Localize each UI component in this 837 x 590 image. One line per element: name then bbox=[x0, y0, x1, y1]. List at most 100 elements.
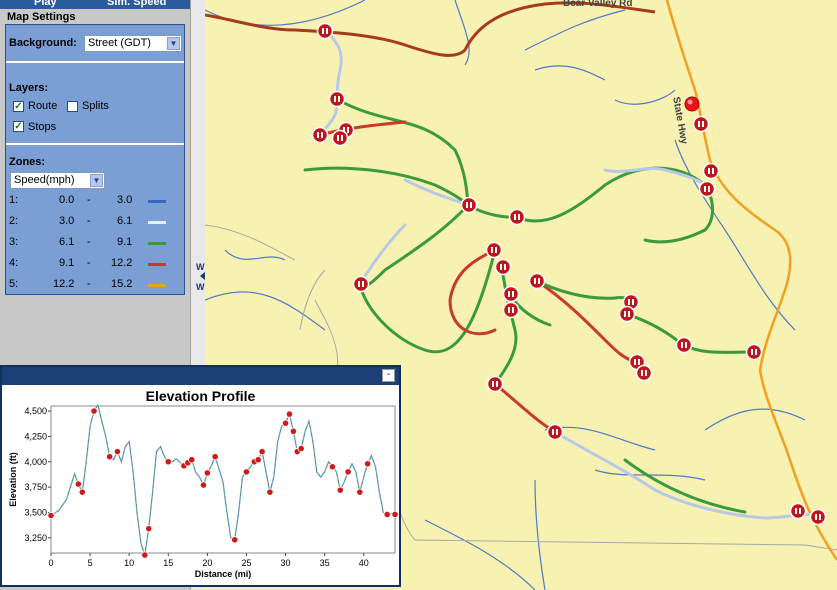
elevation-panel-header: - bbox=[2, 367, 399, 385]
stop-marker bbox=[297, 444, 305, 453]
sim-speed-button[interactable]: Sim. Speed bbox=[107, 0, 166, 8]
stop-marker bbox=[383, 510, 391, 519]
stop-marker bbox=[285, 410, 294, 418]
zone-index: 1: bbox=[9, 194, 19, 206]
zone-dash: - bbox=[87, 236, 91, 248]
x-tick-label: 40 bbox=[359, 558, 369, 568]
zone-color-swatch bbox=[148, 221, 166, 224]
zone-color-swatch bbox=[148, 284, 166, 287]
y-tick-label: 3,500 bbox=[24, 507, 47, 517]
chevron-down-icon[interactable]: ▼ bbox=[167, 37, 180, 50]
stop-marker bbox=[391, 510, 399, 519]
splitter-label-top: W bbox=[196, 262, 205, 272]
stop-marker bbox=[211, 453, 219, 461]
zone-to: 12.2 bbox=[111, 257, 133, 269]
play-button[interactable]: Play bbox=[34, 0, 57, 8]
stop-marker bbox=[328, 463, 337, 471]
zone-color-swatch bbox=[148, 200, 166, 203]
stop-marker bbox=[344, 468, 352, 476]
zone-index: 2: bbox=[9, 215, 19, 227]
elevation-chart[interactable]: 3,250 3,500 3,750 4,000 4,250 4,500 0 5 10 15 20 25… bbox=[2, 403, 399, 583]
stop-marker bbox=[356, 488, 364, 496]
stop-marker bbox=[203, 469, 211, 477]
route-checkbox-label: Route bbox=[28, 100, 58, 112]
zone-dash: - bbox=[87, 278, 91, 290]
panel-separator bbox=[6, 61, 184, 63]
stop-marker bbox=[364, 460, 372, 468]
zone-index: 4: bbox=[9, 257, 19, 269]
x-tick-label: 25 bbox=[241, 558, 251, 568]
current-position-highlight bbox=[687, 99, 693, 105]
zone-row: 2: 3.0 - 6.1 bbox=[9, 215, 179, 229]
x-tick-label: 20 bbox=[202, 558, 212, 568]
elevation-chart-title: Elevation Profile bbox=[145, 388, 256, 404]
stop-marker bbox=[188, 456, 196, 464]
zone-dash: - bbox=[87, 215, 91, 227]
splitter-label-bottom: W bbox=[196, 282, 205, 292]
zone-dash: - bbox=[87, 257, 91, 269]
stop-marker bbox=[141, 551, 149, 559]
route-checkbox[interactable]: ✓ bbox=[13, 101, 24, 112]
stop-marker bbox=[78, 488, 86, 496]
x-tick-label: 0 bbox=[48, 558, 53, 568]
zone-from: 6.1 bbox=[59, 236, 75, 248]
road-bear-valley bbox=[205, 1, 656, 57]
minimize-button[interactable]: - bbox=[382, 369, 395, 382]
x-tick-label: 10 bbox=[124, 558, 134, 568]
y-axis-label: Elevation (ft) bbox=[8, 452, 18, 507]
stop-marker bbox=[74, 480, 82, 488]
zones-select[interactable]: Speed(mph) ▼ bbox=[10, 172, 105, 189]
x-tick-label: 30 bbox=[281, 558, 291, 568]
zone-index: 5: bbox=[9, 278, 19, 290]
stops-checkbox[interactable]: ✓ bbox=[13, 121, 24, 132]
map-settings-title: Map Settings bbox=[7, 11, 76, 23]
y-tick-label: 4,500 bbox=[24, 406, 47, 416]
y-tick-label: 4,000 bbox=[24, 457, 47, 467]
playback-toolbar: Play Sim. Speed bbox=[0, 0, 190, 9]
zone-to: 6.1 bbox=[117, 215, 133, 227]
zone-from: 12.2 bbox=[53, 278, 75, 290]
splits-checkbox[interactable] bbox=[67, 101, 78, 112]
zone-from: 9.1 bbox=[59, 257, 75, 269]
x-tick-label: 15 bbox=[163, 558, 173, 568]
stop-marker bbox=[231, 536, 239, 544]
stop-marker bbox=[90, 407, 98, 415]
zone-color-swatch bbox=[148, 263, 166, 266]
x-tick-label: 35 bbox=[320, 558, 330, 568]
stop-marker bbox=[113, 448, 122, 456]
zone-from: 3.0 bbox=[59, 215, 75, 227]
stop-marker bbox=[199, 481, 208, 489]
current-position-marker[interactable] bbox=[684, 96, 700, 112]
stops-checkbox-label: Stops bbox=[28, 121, 57, 133]
stop-marker bbox=[258, 448, 266, 456]
map-settings-panel: Background: Street (GDT) ▼ Layers: ✓ Rou… bbox=[5, 24, 185, 295]
y-tick-label: 3,750 bbox=[24, 482, 47, 492]
stop-marker bbox=[289, 427, 297, 435]
stop-marker bbox=[47, 511, 55, 520]
stop-marker bbox=[106, 453, 114, 461]
plot-area bbox=[50, 405, 396, 554]
background-select[interactable]: Street (GDT) ▼ bbox=[84, 35, 182, 52]
stop-marker bbox=[281, 419, 290, 427]
zone-row: 4: 9.1 - 12.2 bbox=[9, 257, 179, 271]
stop-marker bbox=[145, 525, 153, 533]
zone-row: 1: 0.0 - 3.0 bbox=[9, 194, 179, 208]
background-select-value: Street (GDT) bbox=[88, 37, 151, 49]
collapse-arrow-icon[interactable] bbox=[200, 272, 205, 280]
elevation-profile-panel: - Elevation Profile 3,250 3,500 3,750 4,000… bbox=[0, 365, 401, 587]
stop-marker bbox=[242, 468, 251, 476]
zone-index: 3: bbox=[9, 236, 19, 248]
road-state-hwy bbox=[665, 0, 837, 561]
zone-from: 0.0 bbox=[59, 194, 75, 206]
zones-label: Zones: bbox=[9, 156, 46, 168]
x-axis-label: Distance (mi) bbox=[195, 569, 252, 579]
zone-row: 3: 6.1 - 9.1 bbox=[9, 236, 179, 250]
zone-dash: - bbox=[87, 194, 91, 206]
chevron-down-icon[interactable]: ▼ bbox=[90, 174, 103, 187]
panel-separator bbox=[6, 143, 184, 145]
y-tick-label: 3,250 bbox=[24, 533, 47, 543]
zone-to: 9.1 bbox=[117, 236, 133, 248]
zone-row: 5: 12.2 - 15.2 bbox=[9, 278, 179, 292]
road-label-bear-valley: Bear Valley Rd bbox=[563, 0, 633, 9]
zone-to: 15.2 bbox=[111, 278, 133, 290]
